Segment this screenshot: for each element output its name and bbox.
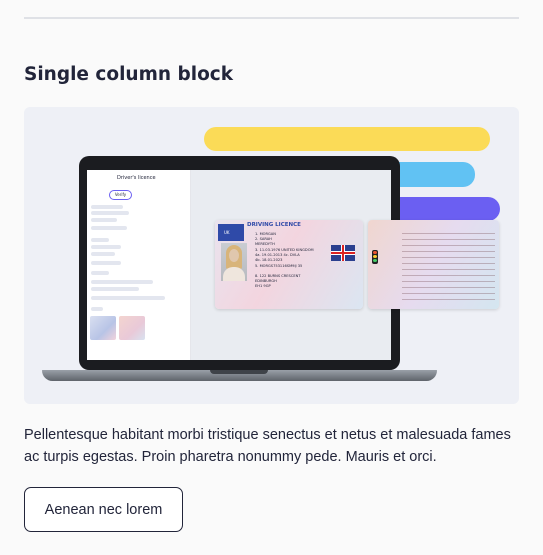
- traffic-light-icon: [372, 250, 378, 264]
- licence-line: EDINBURGH: [255, 279, 277, 283]
- licence-line: MEREDYTH: [255, 242, 275, 246]
- skeleton-line: [91, 280, 153, 284]
- skeleton-line: [91, 307, 103, 311]
- licence-card-back: [368, 220, 499, 309]
- photo-shoulders: [223, 267, 245, 281]
- categories-table: [402, 228, 495, 300]
- skeleton-line: [91, 245, 121, 249]
- licence-line: 4b. 18.01.2023: [255, 258, 283, 262]
- illustration: Driver's licence Verify UK DRIVING LICEN…: [24, 107, 519, 404]
- skeleton-line: [91, 211, 129, 215]
- verify-chip: Verify: [109, 190, 132, 200]
- licence-line: 2. SARAH: [255, 237, 272, 241]
- licence-card-front: UK DRIVING LICENCE 1. MORGAN 2. SARAH ME…: [215, 220, 363, 309]
- single-column-block: Single column block Driver's licence Ver…: [0, 0, 543, 555]
- skeleton-line: [91, 296, 165, 300]
- panel-title: Driver's licence: [117, 175, 156, 181]
- licence-line: 3. 11.03.1976 UNITED KINGDOM: [255, 248, 314, 252]
- licence-line: 4a. 19.01.2013 4c. DVLA: [255, 253, 300, 257]
- eu-flag-icon: UK: [218, 224, 244, 241]
- yellow-bar: [204, 127, 490, 151]
- skeleton-line: [91, 205, 123, 209]
- primary-button[interactable]: Aenean nec lorem: [24, 487, 183, 532]
- skeleton-line: [91, 226, 127, 230]
- skeleton-line: [91, 261, 121, 265]
- document-panel: Driver's licence Verify: [87, 170, 191, 360]
- licence-line: EH1 9GP: [255, 284, 271, 288]
- section-divider: [24, 17, 519, 19]
- photo-face: [229, 249, 239, 262]
- skeleton-line: [91, 252, 115, 256]
- section-title: Single column block: [24, 64, 234, 85]
- licence-back-thumbnail[interactable]: [119, 316, 145, 340]
- licence-front-thumbnail[interactable]: [90, 316, 116, 340]
- skeleton-line: [91, 271, 109, 275]
- section-body: Pellentesque habitant morbi tristique se…: [24, 427, 511, 465]
- skeleton-line: [91, 287, 139, 291]
- licence-line: 8. 122 BURNS CRESCENT: [255, 274, 301, 278]
- laptop-notch: [210, 370, 268, 374]
- skeleton-line: [91, 218, 117, 222]
- licence-photo: [221, 243, 247, 281]
- licence-line: 5. MORGS753116SM9IJ 35: [255, 264, 303, 268]
- licence-header: DRIVING LICENCE: [247, 222, 301, 228]
- skeleton-line: [91, 238, 109, 242]
- licence-line: 1. MORGAN: [255, 232, 276, 236]
- union-flag-icon-red-v: [342, 245, 344, 261]
